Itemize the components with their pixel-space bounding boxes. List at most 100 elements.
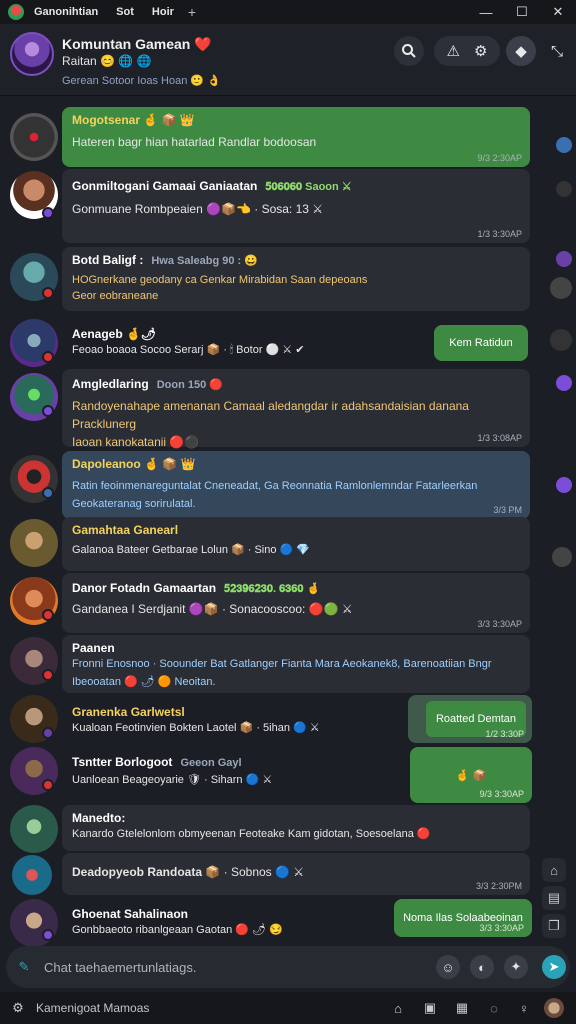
menu-item-2[interactable]: Hoir — [152, 6, 174, 18]
message-row: Dapoleanoo 🤞 📦 👑 Ratin feoinmenareguntal… — [0, 451, 576, 521]
expand-button[interactable]: ⤡ — [544, 36, 570, 66]
image-nav-icon[interactable]: ▣ — [420, 998, 440, 1018]
reaction-icon[interactable] — [552, 547, 572, 567]
status-badge — [42, 727, 54, 739]
message-bubble[interactable]: Mogotsenar 🤞 📦 👑 Hateren bagr hian hatar… — [62, 107, 530, 167]
message-row: Granenka Garlwetsl Kualoan Feotinvien Bo… — [0, 695, 576, 743]
minimize-button[interactable]: — — [468, 0, 504, 24]
message-text: HOGnerkane geodany ca Genkar Mirabidan S… — [72, 274, 368, 286]
outgoing-bubble[interactable]: Noma Ilas Solaabeoinan 3/3 3:30AP — [394, 899, 532, 937]
status-badge — [42, 287, 54, 299]
attach-icon[interactable]: ✎ — [12, 955, 36, 979]
message-row: Botd Baligf : Hwa Saleabg 90 : 😀 HOGnerka… — [0, 247, 576, 313]
reaction-icon[interactable] — [556, 375, 572, 391]
message-block[interactable]: Granenka Garlwetsl Kualoan Feotinvien Bo… — [72, 705, 320, 737]
copy-icon[interactable]: ❐ — [542, 914, 566, 938]
user-nav-icon[interactable]: ♀ — [514, 998, 534, 1018]
message-text: Hateren bagr hian hatarlad Randlar bodoo… — [72, 135, 317, 149]
sender-name: Aenageb 🤞🌶 — [72, 327, 157, 341]
message-bubble[interactable]: Gonmiltogani Gamaai Ganiaatan 𝟓𝟎𝟔𝟎𝟔𝟎 Saoo… — [62, 169, 530, 243]
message-input[interactable] — [44, 957, 424, 977]
status-badge — [42, 929, 54, 941]
search-icon — [402, 44, 416, 58]
message-time: 3/3 2:30PM — [475, 881, 522, 891]
message-text: Feoao boaoa Socoo Serarj 📦 · 🕯 Botor ⚪ ⚔… — [72, 344, 305, 356]
close-button[interactable]: ✕ — [540, 0, 576, 24]
new-tab-button[interactable]: + — [188, 4, 196, 20]
reaction-icon[interactable] — [550, 277, 572, 299]
chat-nav-icon[interactable]: ◌ — [484, 998, 504, 1018]
outgoing-time: 9/3 3:30AP — [479, 789, 524, 799]
message-bubble[interactable]: Dapoleanoo 🤞 📦 👑 Ratin feoinmenareguntal… — [62, 451, 530, 519]
profile-avatar[interactable] — [544, 998, 564, 1018]
message-time: 9/3 2:30AP — [477, 153, 522, 163]
message-list[interactable]: Mogotsenar 🤞 📦 👑 Hateren bagr hian hatar… — [0, 97, 576, 947]
message-bubble[interactable]: Amgledlaring Doon 150 🔴 Randoyenahape ame… — [62, 369, 530, 449]
sender-name: Dapoleanoo 🤞 📦 👑 — [72, 457, 196, 471]
status-text: Kamenigoat Mamoas — [36, 1001, 150, 1015]
gift-icon[interactable]: ✦ — [504, 955, 528, 979]
message-row: Amgledlaring Doon 150 🔴 Randoyenahape ame… — [0, 369, 576, 449]
home-nav-icon[interactable]: ⌂ — [388, 998, 408, 1018]
cube-icon: ◆ — [515, 43, 527, 60]
calendar-nav-icon[interactable]: ▦ — [452, 998, 472, 1018]
message-text: Deadopyeob Randoata 📦 · Sobnos 🔵 ⚔ — [72, 865, 305, 879]
status-badge — [42, 609, 54, 621]
avatar[interactable] — [10, 805, 58, 853]
message-row: Paanen Fronni Enosnoo · Soounder Bat Gat… — [0, 635, 576, 695]
message-text: Gandanea I Serdjanit 🟣📦 · Sonacooscoo: 🔴… — [72, 602, 353, 616]
settings-status-icon[interactable]: ⚙ — [8, 998, 28, 1018]
send-icon[interactable]: ➤ — [542, 955, 566, 979]
message-row: Manedto: Kanardo Gtelelonlom obmyeenan F… — [0, 805, 576, 853]
message-bubble[interactable]: Deadopyeob Randoata 📦 · Sobnos 🔵 ⚔ 3/3 2… — [62, 853, 530, 895]
status-badge — [42, 351, 54, 363]
message-text: Randoyenahape amenanan Camaal aledangdar… — [72, 399, 469, 431]
reaction-icon[interactable] — [556, 137, 572, 153]
message-block[interactable]: Tsntter Borlogoot Geeon Gayl Uanloean Bea… — [72, 755, 272, 789]
sender-name: Botd Baligf : Hwa Saleabg 90 : 😀 — [72, 253, 258, 267]
cube-button[interactable]: ◆ — [506, 36, 536, 66]
outgoing-bubble[interactable]: 🤞 📦 9/3 3:30AP — [410, 747, 532, 803]
reaction-icon[interactable] — [556, 181, 572, 197]
chat-header: Komuntan Gamean ❤️ Raitan 😊 🌐 🌐 Gerean S… — [0, 24, 576, 96]
bottom-bar: ⚙ Kamenigoat Mamoas ⌂ ▣ ▦ ◌ ♀ — [0, 992, 576, 1024]
avatar[interactable] — [10, 519, 58, 567]
message-bubble[interactable]: Danor Fotadn Gamaartan 𝟓𝟐𝟑𝟗𝟔𝟐𝟑𝟎. 𝟔𝟑𝟔𝟎 🤞 G… — [62, 573, 530, 633]
search-button[interactable] — [394, 36, 424, 66]
sender-name: Gamahtaa Ganearl — [72, 523, 179, 537]
status-badge — [42, 207, 54, 219]
message-bubble[interactable]: Gamahtaa Ganearl Galanoa Bateer Getbarae… — [62, 517, 530, 571]
avatar[interactable] — [10, 113, 58, 161]
message-block[interactable]: Ghoenat Sahalinaon Gonbbaeoto ribanlgeaa… — [72, 907, 283, 939]
bell-icon: ⚠ — [446, 43, 460, 60]
message-text-2: Geor eobraneane — [72, 290, 159, 302]
menu-item-1[interactable]: Sot — [116, 6, 134, 18]
maximize-button[interactable]: ☐ — [504, 0, 540, 24]
reaction-icon[interactable] — [556, 477, 572, 493]
avatar[interactable] — [12, 855, 52, 895]
menu-item-0[interactable]: Ganonihtian — [34, 6, 98, 18]
message-row: Gonmiltogani Gamaai Ganiaatan 𝟓𝟎𝟔𝟎𝟔𝟎 Saoo… — [0, 169, 576, 245]
group-avatar[interactable] — [10, 32, 54, 76]
reaction-icon[interactable] — [550, 329, 572, 351]
actions-button-group[interactable]: ⚠ ⚙ — [434, 36, 500, 66]
settings-icon: ⚙ — [474, 43, 488, 60]
title-bar: Ganonihtian Sot Hoir + — ☐ ✕ — [0, 0, 576, 24]
message-text: Gonbbaeoto ribanlgeaan Gaotan 🔴 🌶 😏 — [72, 924, 283, 936]
home-icon[interactable]: ⌂ — [542, 858, 566, 882]
reaction-icon[interactable] — [556, 251, 572, 267]
message-text-2: Geokateranag sorirulatal. — [72, 498, 196, 510]
emoji-icon[interactable]: ☺ — [436, 955, 460, 979]
message-text-2: Iaoan kanokatanii 🔴⚫ — [72, 435, 200, 449]
sender-name: Paanen — [72, 641, 115, 655]
message-bubble[interactable]: Botd Baligf : Hwa Saleabg 90 : 😀 HOGnerka… — [62, 247, 530, 311]
box-icon[interactable]: ▤ — [542, 886, 566, 910]
message-bubble[interactable]: Manedto: Kanardo Gtelelonlom obmyeenan F… — [62, 805, 530, 851]
message-row: Deadopyeob Randoata 📦 · Sobnos 🔵 ⚔ 3/3 2… — [0, 853, 576, 897]
outgoing-bubble[interactable]: Kem Ratidun — [434, 325, 528, 361]
sticker-icon[interactable]: ◐ — [470, 955, 494, 979]
message-text: Ratin feoinmenareguntalat Cneneadat, Ga … — [72, 480, 478, 492]
outgoing-bubble[interactable]: Roatted Demtan 1/2 3:30P — [408, 695, 532, 743]
message-block[interactable]: Aenageb 🤞🌶 Feoao boaoa Socoo Serarj 📦 · … — [72, 327, 304, 359]
message-bubble[interactable]: Paanen Fronni Enosnoo · Soounder Bat Gat… — [62, 635, 530, 693]
